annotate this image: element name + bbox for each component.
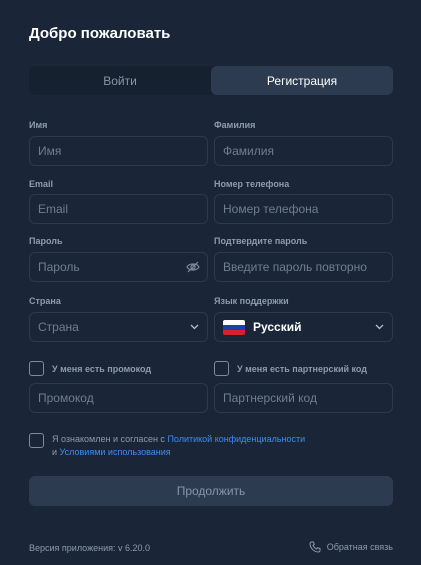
first-name-label: Имя — [29, 120, 48, 130]
agreement-connector: и — [52, 447, 58, 457]
password-input[interactable] — [29, 252, 208, 282]
chevron-down-icon — [189, 322, 199, 332]
app-version: Версия приложения: v 6.20.0 — [29, 543, 150, 553]
russia-flag-icon — [223, 319, 245, 335]
feedback-link[interactable]: Обратная связь — [309, 541, 393, 553]
agreement-checkbox[interactable] — [29, 433, 44, 448]
terms-of-use-link[interactable]: Условиями использования — [60, 447, 171, 457]
password-label: Пароль — [29, 236, 63, 246]
language-select[interactable]: Русский — [214, 312, 393, 342]
promo-check-row: У меня есть промокод — [29, 361, 151, 376]
last-name-input[interactable] — [214, 136, 393, 166]
email-input[interactable] — [29, 194, 208, 224]
page-title: Добро пожаловать — [29, 25, 171, 42]
promo-input[interactable] — [29, 383, 208, 413]
phone-label: Номер телефона — [214, 179, 290, 189]
agreement-text: Я ознакомлен и согласен с Политикой конф… — [52, 433, 372, 459]
email-label: Email — [29, 179, 54, 189]
promo-checkbox[interactable] — [29, 361, 44, 376]
phone-input[interactable] — [214, 194, 393, 224]
partner-checkbox-label: У меня есть партнерский код — [237, 363, 368, 374]
feedback-label: Обратная связь — [326, 542, 393, 552]
country-label: Страна — [29, 296, 61, 306]
eye-off-icon[interactable] — [186, 260, 200, 273]
partner-checkbox[interactable] — [214, 361, 229, 376]
language-label: Язык поддержки — [214, 296, 289, 306]
language-select-value: Русский — [253, 320, 302, 334]
phone-icon — [309, 541, 321, 553]
tab-register[interactable]: Регистрация — [211, 66, 393, 95]
password-field-wrapper — [29, 252, 208, 282]
partner-input[interactable] — [214, 383, 393, 413]
country-select-value: Страна — [38, 320, 79, 334]
chevron-down-icon — [374, 322, 384, 332]
country-select[interactable]: Страна — [29, 312, 208, 342]
confirm-password-input[interactable] — [214, 252, 393, 282]
promo-checkbox-label: У меня есть промокод — [52, 363, 152, 374]
continue-button[interactable]: Продолжить — [29, 476, 393, 506]
tab-login[interactable]: Войти — [29, 66, 211, 95]
partner-check-row: У меня есть партнерский код — [214, 361, 367, 376]
agreement-prefix: Я ознакомлен и согласен с — [52, 434, 165, 444]
confirm-password-label: Подтвердите пароль — [214, 236, 308, 246]
auth-tabs: Войти Регистрация — [29, 66, 393, 95]
last-name-label: Фамилия — [214, 120, 256, 130]
privacy-policy-link[interactable]: Политикой конфиденциальности — [167, 434, 305, 444]
first-name-input[interactable] — [29, 136, 208, 166]
